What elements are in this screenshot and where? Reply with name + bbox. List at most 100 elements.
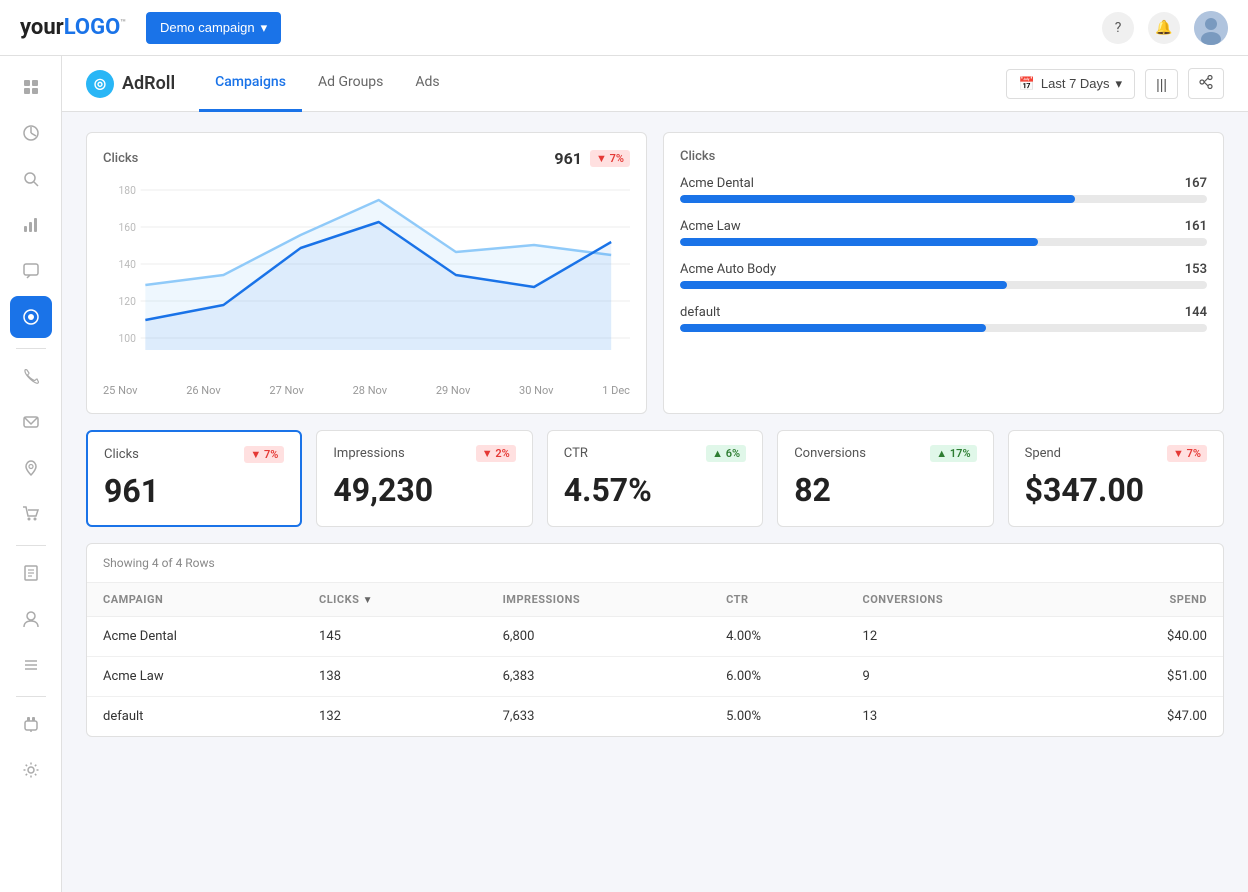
bar-track-0 (680, 195, 1207, 203)
x-label-4: 29 Nov (436, 384, 470, 397)
metric-card-spend-badge: ▼ 7% (1167, 445, 1207, 462)
sidebar-item-plugin[interactable] (10, 703, 52, 745)
page-header: ◎ AdRoll Campaigns Ad Groups Ads 📅 Last … (62, 56, 1248, 112)
td-conversions-2: 13 (847, 697, 1077, 737)
campaign-btn-chevron: ▾ (261, 20, 268, 36)
td-impressions-0: 6,800 (487, 617, 711, 657)
sidebar-item-adroll[interactable] (10, 296, 52, 338)
td-spend-1: $51.00 (1076, 657, 1223, 697)
metric-card-ctr-header: CTR ▲ 6% (564, 445, 746, 462)
td-spend-0: $40.00 (1076, 617, 1223, 657)
tab-adgroups[interactable]: Ad Groups (302, 56, 399, 112)
bar-track-3 (680, 324, 1207, 332)
data-table-card: Showing 4 of 4 Rows Campaign Clicks ▼ Im… (86, 543, 1224, 737)
sidebar-item-analytics[interactable] (10, 112, 52, 154)
table-row-count: Showing 4 of 4 Rows (87, 544, 1223, 583)
bar-track-2 (680, 281, 1207, 289)
th-ctr: CTR (710, 583, 846, 617)
share-button[interactable] (1188, 68, 1224, 99)
bar-chart-title: Clicks (680, 149, 715, 164)
adroll-title: AdRoll (122, 73, 175, 94)
metric-card-impressions-header: Impressions ▼ 2% (333, 445, 515, 462)
metric-card-conversions-value: 82 (794, 474, 976, 506)
page-header-right: 📅 Last 7 Days ▾ ||| (1006, 68, 1224, 99)
line-chart-card: Clicks 961 ▼ 7% 180 (86, 132, 647, 414)
sidebar-item-cart[interactable] (10, 493, 52, 535)
svg-text:100: 100 (118, 332, 135, 345)
campaign-button[interactable]: Demo campaign ▾ (146, 12, 281, 44)
td-campaign-0: Acme Dental (87, 617, 303, 657)
sidebar-divider-3 (16, 696, 46, 697)
metric-card-spend-header: Spend ▼ 7% (1025, 445, 1207, 462)
tab-campaigns[interactable]: Campaigns (199, 56, 302, 112)
th-clicks[interactable]: Clicks ▼ (303, 583, 487, 617)
metric-card-clicks-label: Clicks (104, 447, 139, 462)
sidebar-item-settings[interactable] (10, 749, 52, 791)
metric-card-conversions-header: Conversions ▲ 17% (794, 445, 976, 462)
bar-item-1: Acme Law 161 (680, 219, 1207, 246)
sidebar-item-dashboard[interactable] (10, 204, 52, 246)
td-conversions-1: 9 (847, 657, 1077, 697)
x-label-6: 1 Dec (602, 384, 630, 397)
sidebar-item-phone[interactable] (10, 355, 52, 397)
adroll-logo: ◎ AdRoll (86, 70, 175, 98)
adroll-icon: ◎ (86, 70, 114, 98)
page-header-left: ◎ AdRoll Campaigns Ad Groups Ads (86, 56, 456, 112)
x-label-3: 28 Nov (353, 384, 387, 397)
bar-label-row-1: Acme Law 161 (680, 219, 1207, 234)
columns-button[interactable]: ||| (1145, 69, 1178, 99)
date-chevron-icon: ▾ (1116, 76, 1123, 92)
svg-text:120: 120 (118, 295, 135, 308)
x-label-2: 27 Nov (269, 384, 303, 397)
bar-item-2: Acme Auto Body 153 (680, 262, 1207, 289)
bar-value-3: 144 (1185, 305, 1207, 320)
metric-card-ctr-badge: ▲ 6% (706, 445, 746, 462)
date-range-label: Last 7 Days (1041, 76, 1110, 91)
metric-card-ctr[interactable]: CTR ▲ 6% 4.57% (547, 430, 763, 527)
content-area: Clicks 961 ▼ 7% 180 (62, 112, 1248, 757)
bar-fill-0 (680, 195, 1075, 203)
td-campaign-1: Acme Law (87, 657, 303, 697)
sidebar-item-home[interactable] (10, 66, 52, 108)
bar-track-1 (680, 238, 1207, 246)
date-range-button[interactable]: 📅 Last 7 Days ▾ (1006, 69, 1135, 99)
sidebar-divider-1 (16, 348, 46, 349)
metric-card-ctr-label: CTR (564, 446, 588, 461)
td-conversions-0: 12 (847, 617, 1077, 657)
table-header-row: Campaign Clicks ▼ Impressions CTR Conver… (87, 583, 1223, 617)
sidebar-item-user[interactable] (10, 598, 52, 640)
th-impressions: Impressions (487, 583, 711, 617)
bar-value-1: 161 (1185, 219, 1207, 234)
avatar[interactable] (1194, 11, 1228, 45)
sidebar-item-email[interactable] (10, 401, 52, 443)
metric-card-impressions-label: Impressions (333, 446, 404, 461)
sidebar-item-list[interactable] (10, 644, 52, 686)
metric-card-spend-value: $347.00 (1025, 474, 1207, 506)
tab-ads[interactable]: Ads (399, 56, 455, 112)
bar-label-row-3: default 144 (680, 305, 1207, 320)
th-conversions: Conversions (847, 583, 1077, 617)
metric-card-clicks[interactable]: Clicks ▼ 7% 961 (86, 430, 302, 527)
notification-button[interactable]: 🔔 (1148, 12, 1180, 44)
sidebar-item-chat[interactable] (10, 250, 52, 292)
sort-icon-clicks: ▼ (363, 595, 373, 606)
metric-card-conversions[interactable]: Conversions ▲ 17% 82 (777, 430, 993, 527)
sidebar-item-location[interactable] (10, 447, 52, 489)
bar-fill-2 (680, 281, 1007, 289)
bar-fill-3 (680, 324, 986, 332)
bar-label-0: Acme Dental (680, 176, 754, 191)
x-label-1: 26 Nov (186, 384, 220, 397)
metric-cards-row: Clicks ▼ 7% 961 Impressions ▼ 2% 49,230 … (86, 430, 1224, 527)
td-ctr-0: 4.00% (710, 617, 846, 657)
bar-label-1: Acme Law (680, 219, 741, 234)
metric-card-spend[interactable]: Spend ▼ 7% $347.00 (1008, 430, 1224, 527)
sidebar-item-search[interactable] (10, 158, 52, 200)
line-chart-header: Clicks 961 ▼ 7% (103, 149, 630, 168)
table-row: Acme Law 138 6,383 6.00% 9 $51.00 (87, 657, 1223, 697)
th-spend: Spend (1076, 583, 1223, 617)
help-button[interactable]: ? (1102, 12, 1134, 44)
sidebar-item-report[interactable] (10, 552, 52, 594)
bar-chart-card: Clicks Acme Dental 167 Ac (663, 132, 1224, 414)
metric-card-impressions[interactable]: Impressions ▼ 2% 49,230 (316, 430, 532, 527)
metric-card-clicks-badge: ▼ 7% (244, 446, 284, 463)
